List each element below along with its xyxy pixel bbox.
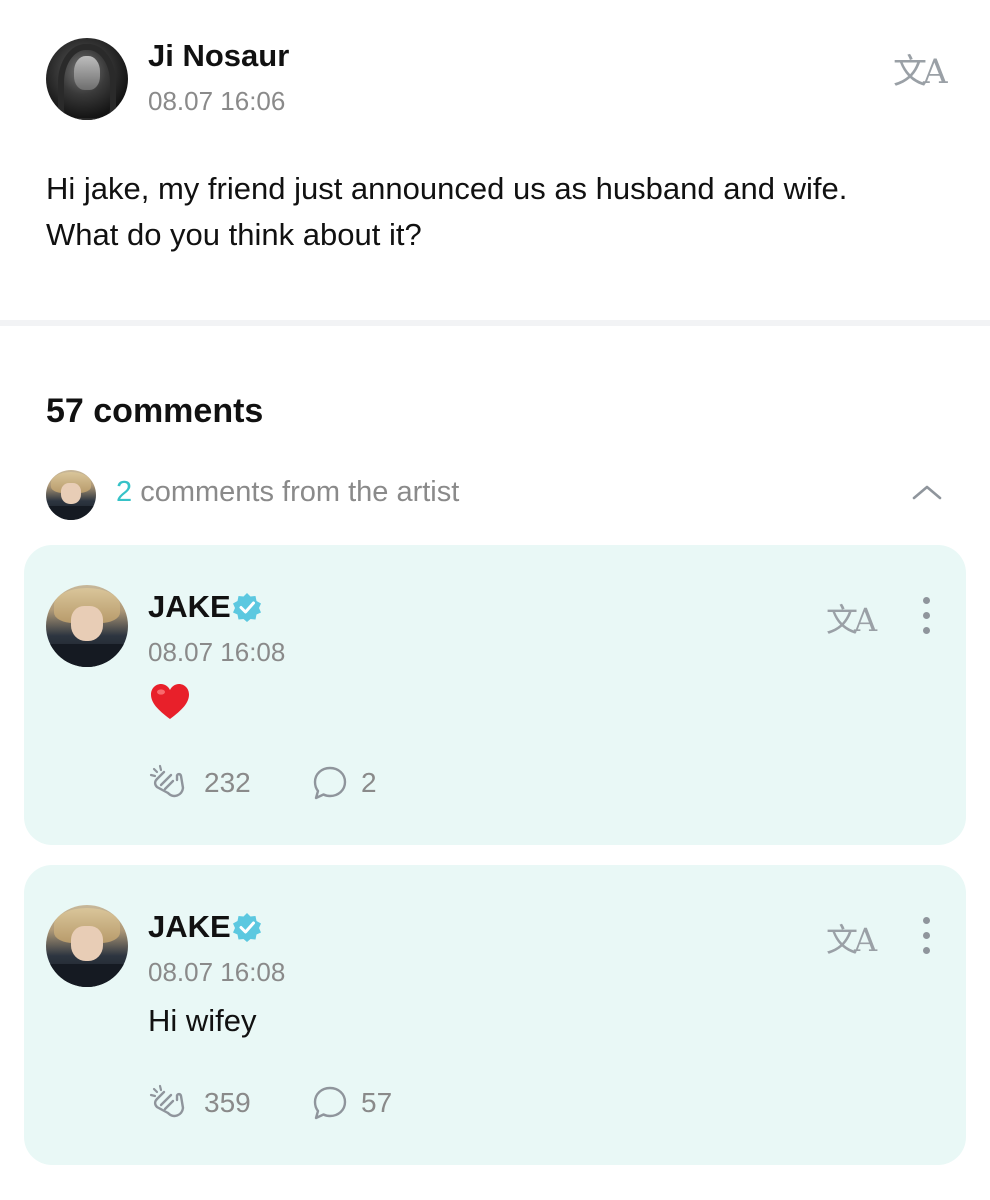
artist-avatar-small (46, 470, 96, 520)
clap-icon[interactable] (148, 763, 188, 803)
artist-comment-count: 2 (116, 476, 133, 508)
chevron-up-icon[interactable] (912, 484, 942, 500)
post-author-avatar[interactable] (46, 38, 128, 120)
comment-timestamp: 08.07 16:08 (148, 637, 286, 667)
comment-actions: 232 2 (148, 763, 548, 803)
translate-icon[interactable]: 文A (893, 44, 948, 93)
heart-emoji (151, 684, 189, 719)
comment-bubble-icon[interactable] (310, 1083, 350, 1123)
comment-actions: 359 57 (148, 1083, 548, 1123)
more-vertical-icon[interactable] (920, 597, 932, 635)
verified-badge-icon (233, 593, 261, 622)
clap-icon[interactable] (148, 1083, 188, 1123)
artist-comment-card: JAKE 08.07 16:08 文A 232 2 (24, 545, 966, 845)
post-body: Hi jake, my friend just announced us as … (46, 171, 848, 252)
translate-icon[interactable]: 文A (826, 915, 877, 961)
comment-author-name[interactable]: JAKE (148, 589, 231, 625)
artist-comments-toggle[interactable]: 2 comments from the artist (116, 476, 459, 509)
like-count: 359 (204, 1087, 251, 1118)
comments-count-heading: 57 comments (46, 392, 264, 430)
comment-timestamp: 08.07 16:08 (148, 957, 286, 987)
artist-comment-card: JAKE 08.07 16:08 文A Hi wifey 359 57 (24, 865, 966, 1165)
artist-comments-label: comments from the artist (132, 476, 460, 508)
translate-icon[interactable]: 文A (826, 595, 877, 641)
post-timestamp: 08.07 16:06 (148, 86, 286, 116)
comment-author-avatar[interactable] (46, 585, 128, 667)
comment-author-name[interactable]: JAKE (148, 909, 231, 945)
reply-count: 2 (361, 767, 377, 798)
section-divider (0, 320, 990, 326)
comment-body: Hi wifey (148, 1003, 257, 1038)
comment-bubble-icon[interactable] (310, 763, 350, 803)
verified-badge-icon (233, 913, 261, 942)
more-vertical-icon[interactable] (920, 917, 932, 955)
comment-author-avatar[interactable] (46, 905, 128, 987)
like-count: 232 (204, 767, 251, 798)
reply-count: 57 (361, 1087, 393, 1118)
post-author-name[interactable]: Ji Nosaur (148, 38, 289, 74)
